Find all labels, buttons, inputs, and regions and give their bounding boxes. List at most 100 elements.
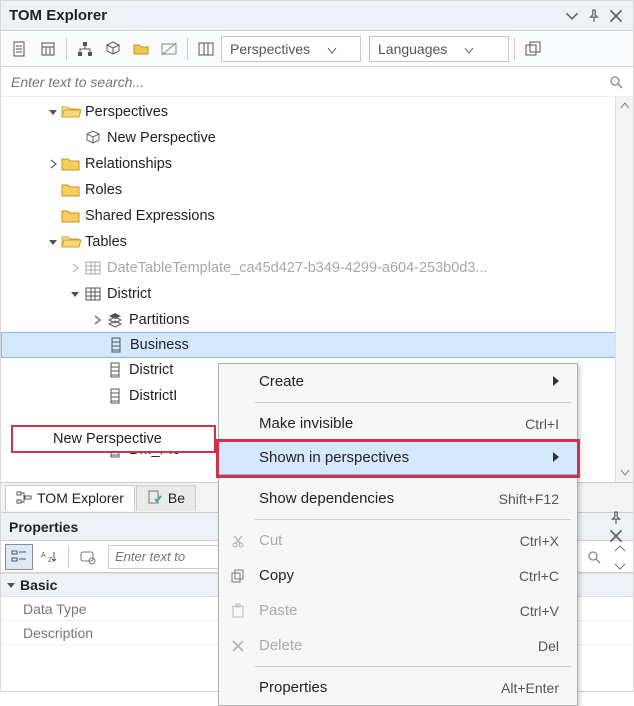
menu-label: Show dependencies (259, 490, 394, 507)
alphabetical-icon[interactable]: AZ (35, 544, 63, 570)
ctx-properties[interactable]: Properties Alt+Enter (219, 670, 577, 705)
tree-node-tables[interactable]: Tables (1, 229, 633, 255)
delete-icon (227, 640, 249, 652)
menu-shortcut: Ctrl+I (525, 416, 559, 432)
tree-node-relationships[interactable]: Relationships (1, 151, 633, 177)
toolbar: Perspectives Languages (1, 31, 633, 67)
search-icon[interactable] (605, 75, 627, 89)
panel-title: TOM Explorer (9, 7, 563, 24)
menu-label: Shown in perspectives (259, 449, 409, 466)
context-menu: Create Make invisible Ctrl+I Shown in pe… (218, 363, 578, 706)
collapse-icon[interactable] (615, 540, 625, 556)
copy-window-icon[interactable] (520, 36, 546, 62)
cube-icon[interactable] (100, 36, 126, 62)
folder-open-icon (61, 102, 81, 122)
search-icon[interactable] (583, 550, 605, 564)
perspectives-dropdown[interactable]: Perspectives (221, 36, 361, 62)
tree-label: DateTableTemplate_ca45d427-b349-4299-a60… (107, 260, 488, 276)
chevron-down-icon[interactable] (45, 234, 61, 250)
menu-label: Delete (259, 637, 302, 654)
svg-text:A: A (41, 552, 46, 559)
close-icon[interactable] (607, 7, 625, 25)
ctx-show-dependencies[interactable]: Show dependencies Shift+F12 (219, 481, 577, 516)
tab-best-practice[interactable]: Be (136, 485, 196, 511)
hierarchy-icon[interactable] (72, 36, 98, 62)
ctx-cut[interactable]: Cut Ctrl+X (219, 523, 577, 558)
tab-tom-explorer[interactable]: TOM Explorer (5, 485, 135, 511)
chevron-down-icon[interactable] (67, 286, 83, 302)
copy-icon (227, 569, 249, 583)
tree-label: Tables (85, 234, 127, 250)
ctx-create[interactable]: Create (219, 364, 577, 399)
hidden-icon[interactable] (156, 36, 182, 62)
pin-icon[interactable] (607, 509, 625, 527)
scroll-down-icon[interactable] (616, 464, 633, 482)
tree-node-datetable[interactable]: DateTableTemplate_ca45d427-b349-4299-a60… (1, 255, 633, 281)
chevron-right-icon[interactable] (89, 312, 105, 328)
tree-scrollbar[interactable] (615, 97, 633, 482)
group-label: Basic (20, 577, 57, 593)
menu-shortcut: Alt+Enter (501, 680, 559, 696)
menu-label: Copy (259, 567, 294, 584)
menu-label: Properties (259, 679, 327, 696)
menu-label: Create (259, 373, 304, 390)
chevron-right-icon (553, 373, 559, 390)
folder-icon (61, 206, 81, 226)
scroll-up-icon[interactable] (616, 97, 633, 115)
tree-node-district[interactable]: District (1, 281, 633, 307)
chevron-down-icon[interactable] (45, 104, 61, 120)
categorized-icon[interactable] (5, 544, 33, 570)
languages-dropdown-label: Languages (378, 41, 447, 57)
tree-node-business[interactable]: Business (1, 332, 633, 358)
ctx-shown-in-perspectives[interactable]: Shown in perspectives (218, 440, 578, 475)
tree-label: Roles (85, 182, 122, 198)
folder-icon[interactable] (128, 36, 154, 62)
toolbar-btn-1[interactable] (7, 36, 33, 62)
tab-label: TOM Explorer (37, 490, 124, 506)
tree-label: DistrictI (129, 388, 177, 404)
menu-shortcut: Ctrl+V (520, 603, 559, 619)
menu-separator (255, 477, 571, 478)
search-row (1, 67, 633, 97)
chevron-right-icon (553, 449, 559, 466)
folder-icon (61, 180, 81, 200)
perspective-cube-icon (83, 128, 103, 148)
tree-node-perspectives[interactable]: Perspectives (1, 99, 633, 125)
tree-label: New Perspective (107, 130, 216, 146)
menu-label: Make invisible (259, 415, 353, 432)
tree-label: District (107, 286, 151, 302)
languages-dropdown[interactable]: Languages (369, 36, 509, 62)
table-hidden-icon (83, 258, 103, 278)
folder-icon (61, 154, 81, 174)
tree-label: Partitions (129, 312, 189, 328)
table-icon (83, 284, 103, 304)
menu-shortcut: Ctrl+C (519, 568, 559, 584)
menu-shortcut: Shift+F12 (499, 491, 559, 507)
menu-shortcut: Ctrl+X (520, 533, 559, 549)
chevron-right-icon[interactable] (67, 260, 83, 276)
tree-node-partitions[interactable]: Partitions (1, 307, 633, 333)
ctx-paste[interactable]: Paste Ctrl+V (219, 593, 577, 628)
tree-node-new-perspective[interactable]: New Perspective (1, 125, 633, 151)
menu-separator (255, 402, 571, 403)
tree-node-roles[interactable]: Roles (1, 177, 633, 203)
dropdown-icon[interactable] (563, 7, 581, 25)
tab-label: Be (168, 490, 185, 506)
pin-icon[interactable] (585, 7, 603, 25)
ctx-delete[interactable]: Delete Del (219, 628, 577, 663)
tree-icon (16, 490, 32, 506)
column-icon (106, 335, 126, 355)
expand-icon[interactable] (615, 557, 625, 573)
search-input[interactable] (7, 70, 605, 94)
column-icon (105, 386, 125, 406)
tom-explorer-titlebar: TOM Explorer (1, 1, 633, 31)
ctx-copy[interactable]: Copy Ctrl+C (219, 558, 577, 593)
toolbar-btn-2[interactable] (35, 36, 61, 62)
property-help-icon[interactable] (74, 544, 102, 570)
ctx-make-invisible[interactable]: Make invisible Ctrl+I (219, 406, 577, 441)
chevron-right-icon[interactable] (45, 156, 61, 172)
tree-label: Shared Expressions (85, 208, 215, 224)
column-icon (105, 360, 125, 380)
tree-node-shared-expressions[interactable]: Shared Expressions (1, 203, 633, 229)
columns-icon[interactable] (193, 36, 219, 62)
